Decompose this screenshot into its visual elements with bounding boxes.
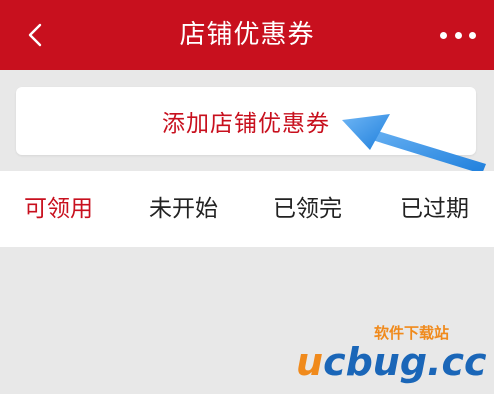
watermark-logo-tld: .cc — [427, 340, 487, 384]
site-watermark: 软件下载站 ucbug.cc — [296, 318, 487, 388]
watermark-logo-u: u — [296, 340, 324, 384]
more-horizontal-icon — [454, 31, 462, 39]
tab-expired[interactable]: 已过期 — [400, 171, 469, 247]
pointer-arrow-icon — [342, 114, 486, 174]
tab-not-started[interactable]: 未开始 — [149, 171, 218, 247]
app-header: 店铺优惠券 — [0, 0, 494, 70]
more-horizontal-icon — [469, 31, 476, 39]
page-title: 店铺优惠券 — [179, 20, 315, 50]
watermark-logo: ucbug.cc — [296, 340, 487, 384]
more-button[interactable] — [440, 22, 476, 48]
tab-sold-out[interactable]: 已领完 — [273, 171, 342, 247]
add-coupon-label: 添加店铺优惠券 — [162, 111, 330, 137]
watermark-logo-name: cbug — [323, 340, 428, 384]
coupon-status-tabs: 可领用 未开始 已领完 已过期 — [0, 171, 494, 247]
tab-available[interactable]: 可领用 — [24, 171, 93, 247]
more-horizontal-icon — [440, 31, 447, 39]
